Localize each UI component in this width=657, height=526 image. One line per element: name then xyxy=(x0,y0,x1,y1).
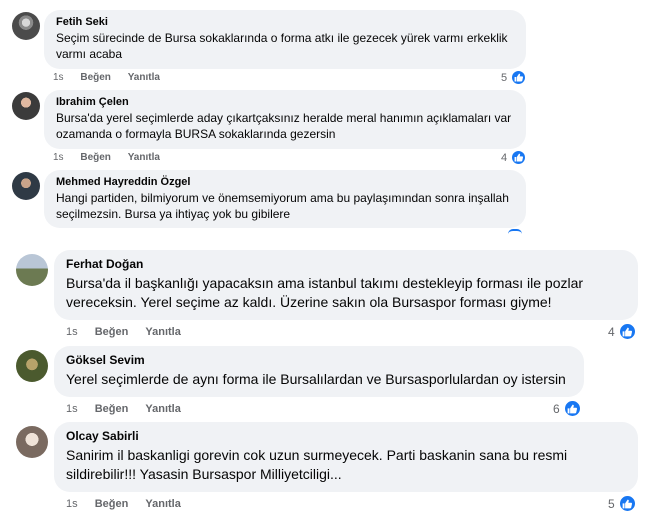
like-button[interactable]: Beğen xyxy=(95,403,129,415)
comment-text-line: ozamanda o formayla BURSA sokaklarında g… xyxy=(56,127,336,141)
comment-text-line: Sanirim il baskanligi gorevin cok uzun s… xyxy=(66,447,568,463)
reply-button[interactable]: Yanıtla xyxy=(145,326,180,338)
avatar[interactable] xyxy=(12,172,40,200)
reaction-count[interactable]: 5 xyxy=(501,69,528,86)
reply-button[interactable]: Yanıtla xyxy=(145,498,180,510)
comment-text-line: Bursa'da il başkanlığı yapacaksın ama is… xyxy=(66,275,584,291)
avatar[interactable] xyxy=(16,254,48,286)
like-button[interactable]: Beğen xyxy=(80,72,111,83)
comment-time[interactable]: 1s xyxy=(66,326,78,338)
comment-bubble: Mehmed Hayreddin Özgel Hangi partiden, b… xyxy=(44,170,526,228)
comment-bubble: Olcay Sabirli Sanirim il baskanligi gore… xyxy=(54,422,638,492)
comment-text-line: Seçim sürecinde de Bursa sokaklarında o … xyxy=(56,31,508,45)
comment-text-line: varmı acaba xyxy=(56,47,123,61)
comment-author[interactable]: Olcay Sabirli xyxy=(66,429,626,443)
like-button[interactable]: Beğen xyxy=(80,152,111,163)
comment-actions: 1s Beğen Yanıtla xyxy=(66,326,195,338)
comment-time[interactable]: 1s xyxy=(66,498,78,510)
comment-text-line: Bursa'da yerel seçimlerde aday çıkartçak… xyxy=(56,111,512,125)
comment-bubble: Ferhat Doğan Bursa'da il başkanlığı yapa… xyxy=(54,250,638,320)
clipped-reaction-badge xyxy=(508,229,522,234)
like-button[interactable]: Beğen xyxy=(95,498,129,510)
reaction-count[interactable]: 5 xyxy=(608,494,637,513)
reaction-count-number: 6 xyxy=(553,401,560,416)
thumbs-up-icon xyxy=(617,322,637,341)
thumbs-up-icon xyxy=(510,149,528,166)
reaction-count-number: 5 xyxy=(608,496,615,511)
comment-text-line: sildirebilir!!! Yasasin Bursaspor Milliy… xyxy=(66,466,342,482)
reaction-count[interactable]: 4 xyxy=(608,322,637,341)
comment-author[interactable]: Ferhat Doğan xyxy=(66,257,626,271)
reaction-count[interactable]: 4 xyxy=(501,149,528,166)
comment-actions: 1s Beğen Yanıtla xyxy=(66,403,195,415)
comment-text-line: seçilmezsin. Bursa ya ihtiyaç yok bu gib… xyxy=(56,207,291,221)
reaction-count-number: 4 xyxy=(501,151,508,164)
comment-actions: 1s Beğen Yanıtla xyxy=(53,72,174,83)
comment-author[interactable]: Göksel Sevim xyxy=(66,353,572,367)
comment-actions: 1s Beğen Yanıtla xyxy=(66,498,195,510)
comment-bubble: Göksel Sevim Yerel seçimlerde de aynı fo… xyxy=(54,346,584,397)
comment-text-line: Hangi partiden, bilmiyorum ve önemsemiyo… xyxy=(56,191,509,205)
comment-author[interactable]: Fetih Seki xyxy=(56,16,514,28)
comment-bubble: Ibrahim Çelen Bursa'da yerel seçimlerde … xyxy=(44,90,526,149)
comment-time[interactable]: 1s xyxy=(66,403,78,415)
reply-button[interactable]: Yanıtla xyxy=(128,72,160,83)
comment-time[interactable]: 1s xyxy=(53,72,64,83)
comment-text-line: vereceksin. Yerel seçime az kaldı. Üzeri… xyxy=(66,294,552,310)
like-button[interactable]: Beğen xyxy=(95,326,129,338)
comment-text-line: Yerel seçimlerde de aynı forma ile Bursa… xyxy=(66,371,566,387)
reaction-count[interactable]: 6 xyxy=(553,399,582,418)
reaction-count-number: 4 xyxy=(608,324,615,339)
avatar[interactable] xyxy=(12,92,40,120)
comment-time[interactable]: 1s xyxy=(53,152,64,163)
avatar[interactable] xyxy=(16,426,48,458)
thumbs-up-icon xyxy=(510,69,528,86)
avatar[interactable] xyxy=(12,12,40,40)
thumbs-up-icon xyxy=(562,399,582,418)
comment-author[interactable]: Mehmed Hayreddin Özgel xyxy=(56,176,514,188)
thumbs-up-icon xyxy=(617,494,637,513)
reply-button[interactable]: Yanıtla xyxy=(128,152,160,163)
avatar[interactable] xyxy=(16,350,48,382)
reply-button[interactable]: Yanıtla xyxy=(145,403,180,415)
comment-actions: 1s Beğen Yanıtla xyxy=(53,152,174,163)
reaction-count-number: 5 xyxy=(501,71,508,84)
comment-bubble: Fetih Seki Seçim sürecinde de Bursa soka… xyxy=(44,10,526,69)
comment-author[interactable]: Ibrahim Çelen xyxy=(56,96,514,108)
